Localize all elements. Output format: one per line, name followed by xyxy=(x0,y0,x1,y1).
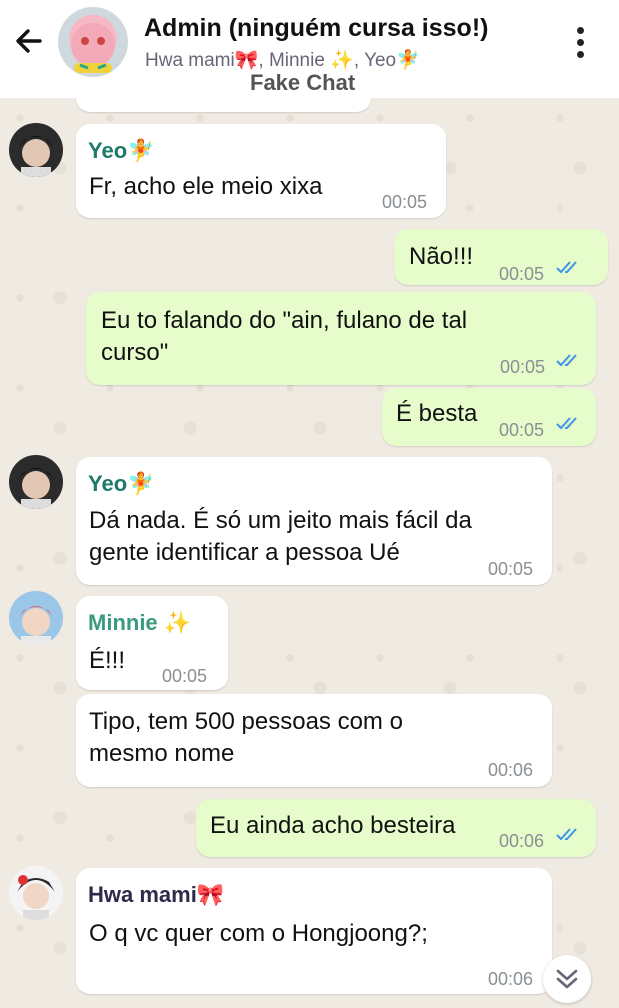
message-text: É besta xyxy=(396,400,478,427)
back-arrow-icon[interactable] xyxy=(12,24,46,58)
group-members[interactable]: Hwa mami🎀, Minnie ✨, Yeo🧚 xyxy=(145,48,420,72)
avatar[interactable] xyxy=(9,455,63,509)
scroll-down-button[interactable] xyxy=(543,955,591,1003)
avatar[interactable] xyxy=(9,591,63,645)
read-receipt-icon xyxy=(556,828,577,841)
message-text: Não!!! xyxy=(409,243,474,270)
message-bubble[interactable]: Hwa mami🎀 O q vc quer com o Hongjoong?; … xyxy=(76,868,552,994)
message-bubble[interactable]: Minnie ✨ É!!! 00:05 xyxy=(76,596,228,690)
message-time: 00:05 xyxy=(488,559,534,579)
read-receipt-icon xyxy=(556,417,577,430)
group-title[interactable]: Admin (ninguém cursa isso!) xyxy=(144,14,488,43)
sender-name: Yeo🧚 xyxy=(88,138,155,163)
message-text: Eu ainda acho besteira xyxy=(210,812,456,839)
message-time: 00:05 xyxy=(499,420,545,440)
avatar[interactable] xyxy=(9,123,63,177)
message-bubble[interactable]: Tipo, tem 500 pessoas com o mesmo nome 0… xyxy=(76,694,552,787)
message-time: 00:05 xyxy=(499,264,545,284)
double-chevron-down-icon xyxy=(556,969,578,989)
message-text: Tipo, tem 500 pessoas com o mesmo nome xyxy=(89,708,403,767)
message-time: 00:06 xyxy=(499,831,545,851)
message-text: Dá nada. É só um jeito mais fácil da gen… xyxy=(89,507,472,566)
message-time: 00:06 xyxy=(488,969,534,989)
fake-chat-watermark: Fake Chat xyxy=(250,70,356,95)
message-time: 00:05 xyxy=(382,192,428,212)
more-options-icon[interactable] xyxy=(570,24,590,60)
message-time: 00:05 xyxy=(500,357,546,377)
message-text: Fr, acho ele meio xixa xyxy=(89,173,323,200)
message-time: 00:05 xyxy=(162,666,208,686)
group-avatar[interactable] xyxy=(58,7,128,77)
message-bubble[interactable]: É besta 00:05 xyxy=(382,388,596,446)
sender-name: Minnie ✨ xyxy=(88,610,192,635)
avatar[interactable] xyxy=(9,866,63,920)
message-bubble[interactable]: Yeo🧚 Dá nada. É só um jeito mais fácil d… xyxy=(76,457,552,585)
read-receipt-icon xyxy=(556,354,577,367)
message-time: 00:06 xyxy=(488,760,534,780)
message-text: É!!! xyxy=(89,647,126,674)
message-bubble[interactable]: Não!!! 00:05 xyxy=(394,229,608,285)
message-bubble[interactable]: Eu to falando do "ain, fulano de tal cur… xyxy=(86,292,596,385)
sender-name: Yeo🧚 xyxy=(88,471,155,496)
message-text: Eu to falando do "ain, fulano de tal cur… xyxy=(101,307,468,366)
sender-name: Hwa mami🎀 xyxy=(88,882,225,907)
message-text: O q vc quer com o Hongjoong?; xyxy=(89,920,428,947)
read-receipt-icon xyxy=(556,261,577,274)
message-bubble[interactable]: Yeo🧚 Fr, acho ele meio xixa 00:05 xyxy=(76,124,446,218)
message-bubble[interactable]: Eu ainda acho besteira 00:06 xyxy=(196,799,596,857)
